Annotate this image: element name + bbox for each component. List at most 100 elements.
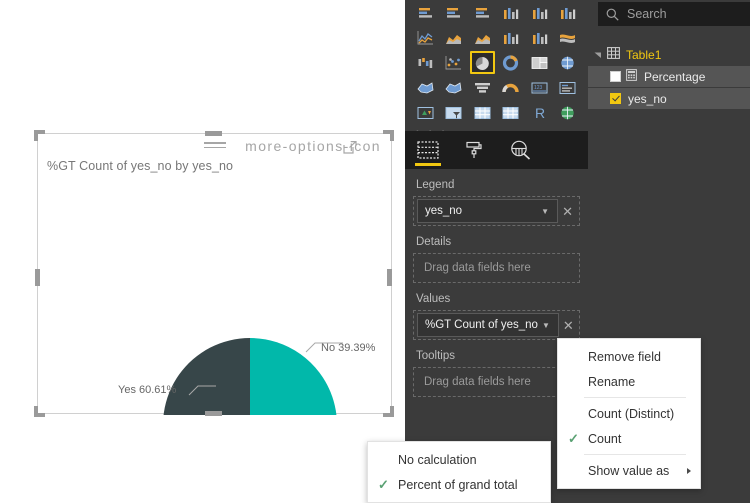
100-stacked-bar-chart-icon[interactable] <box>470 1 495 24</box>
menu-item-show-value-as[interactable]: Show value as <box>558 458 700 483</box>
well-label-tooltips: Tooltips <box>416 350 455 362</box>
pie-label-yes: Yes 60.61% <box>118 384 177 396</box>
selection-handle-top-right[interactable] <box>383 130 394 141</box>
line-stacked-column-chart-icon[interactable] <box>499 26 524 49</box>
area-chart-icon[interactable] <box>442 26 467 49</box>
stacked-area-chart-icon[interactable] <box>470 26 495 49</box>
pie-plot-area: No 39.39% Yes 60.61% <box>38 134 391 503</box>
pie-chart-visual[interactable]: more-options-icon %GT Count of yes_no by… <box>37 133 392 503</box>
selection-handle-bottom-center[interactable] <box>205 411 222 416</box>
remove-field-icon[interactable]: ✕ <box>558 205 576 218</box>
table-icon[interactable] <box>470 101 495 124</box>
menu-item-rename[interactable]: Rename <box>558 369 700 394</box>
kpi-icon[interactable] <box>413 101 438 124</box>
slicer-icon[interactable] <box>442 101 467 124</box>
remove-field-icon[interactable]: ✕ <box>559 319 577 332</box>
treemap-icon[interactable] <box>527 51 551 74</box>
selection-handle-middle-left[interactable] <box>35 269 40 286</box>
ribbon-chart-icon[interactable] <box>556 26 581 49</box>
stacked-bar-chart-icon[interactable] <box>413 1 438 24</box>
pie-chart-icon[interactable] <box>469 51 495 74</box>
table-name-label: Table1 <box>626 47 662 62</box>
multi-row-card-icon[interactable] <box>556 76 581 99</box>
field-item-Percentage[interactable]: Percentage <box>588 66 750 87</box>
scatter-chart-icon[interactable] <box>441 51 465 74</box>
viz-gallery-row <box>405 50 588 75</box>
search-placeholder: Search <box>627 7 667 21</box>
100-stacked-column-chart-icon[interactable] <box>556 1 581 24</box>
menu-item-remove-field[interactable]: Remove field <box>558 344 700 369</box>
selection-handle-middle-right[interactable] <box>387 269 392 286</box>
field-context-menu[interactable]: Remove field Rename Count (Distinct) ✓ Count… <box>557 338 701 489</box>
clustered-bar-chart-icon[interactable] <box>442 1 467 24</box>
checkmark-icon: ✓ <box>568 430 579 446</box>
well-placeholder: Drag data fields here <box>424 376 531 388</box>
submenu-item-percent-of-grand-total[interactable]: ✓ Percent of grand total <box>368 472 550 497</box>
card-icon[interactable]: 123 <box>527 76 552 99</box>
well-details[interactable]: Drag data fields here <box>413 253 580 283</box>
field-table-Table1[interactable]: Table1 <box>588 44 750 65</box>
stacked-column-chart-icon[interactable] <box>499 1 524 24</box>
arcgis-map-icon[interactable] <box>556 101 581 124</box>
menu-item-label: Rename <box>588 374 636 389</box>
gauge-icon-glyph <box>502 83 519 92</box>
report-canvas[interactable]: more-options-icon %GT Count of yes_no by… <box>0 0 405 503</box>
field-item-label: Percentage <box>644 69 706 84</box>
viz-gallery-row: 123 <box>405 75 588 100</box>
stacked-area-chart-icon-glyph <box>474 34 490 44</box>
selection-handle-top-left[interactable] <box>34 130 45 141</box>
clustered-column-chart-icon[interactable] <box>527 1 552 24</box>
funnel-chart-icon[interactable] <box>470 76 495 99</box>
map-icon[interactable] <box>556 51 580 74</box>
menu-item-label: Percent of grand total <box>398 477 518 492</box>
donut-chart-icon[interactable] <box>499 51 523 74</box>
field-item-label: yes_no <box>628 91 667 106</box>
analytics-tab[interactable] <box>497 131 543 169</box>
menu-item-label: Count (Distinct) <box>588 406 675 421</box>
line-chart-icon[interactable] <box>413 26 438 49</box>
line-clustered-column-chart-icon[interactable] <box>527 26 552 49</box>
field-checkbox[interactable] <box>610 93 621 104</box>
shape-map-icon-glyph <box>445 81 462 93</box>
scatter-chart-icon-glyph <box>445 55 462 69</box>
fields-tab[interactable] <box>405 131 451 169</box>
well-values[interactable]: %GT Count of yes_no ▼ ✕ <box>413 310 580 340</box>
filled-map-icon[interactable] <box>413 76 438 99</box>
show-value-as-submenu[interactable]: No calculation ✓ Percent of grand total <box>367 441 551 503</box>
visualization-gallery[interactable]: 123R• • • <box>405 0 588 139</box>
waterfall-chart-icon[interactable] <box>413 51 437 74</box>
field-list: Table1 Percentage yes_no <box>588 44 750 110</box>
100-stacked-bar-chart-icon-glyph <box>475 7 489 18</box>
menu-separator <box>584 454 686 455</box>
chevron-down-icon[interactable]: ▼ <box>537 207 553 216</box>
well-tooltips[interactable]: Drag data fields here <box>413 367 580 397</box>
viz-gallery-row <box>405 0 588 25</box>
line-clustered-column-chart-icon-glyph <box>532 32 547 44</box>
matrix-icon[interactable] <box>499 101 524 124</box>
format-tab[interactable] <box>451 131 497 169</box>
field-item-yes_no[interactable]: yes_no <box>588 88 750 109</box>
field-chip-values[interactable]: %GT Count of yes_no ▼ <box>417 313 559 337</box>
waterfall-chart-icon-glyph <box>418 57 432 68</box>
submenu-item-no-calculation[interactable]: No calculation <box>368 447 550 472</box>
viz-gallery-row: R <box>405 100 588 125</box>
selection-handle-bottom-right[interactable] <box>383 406 394 417</box>
search-input[interactable]: Search <box>598 2 750 26</box>
selection-handle-bottom-left[interactable] <box>34 406 45 417</box>
field-checkbox[interactable] <box>610 71 621 82</box>
selection-handle-top-center[interactable] <box>205 131 222 136</box>
chevron-down-icon[interactable] <box>594 48 604 62</box>
shape-map-icon[interactable] <box>442 76 467 99</box>
gauge-icon[interactable] <box>499 76 524 99</box>
r-script-visual-icon[interactable]: R <box>527 101 552 124</box>
well-label-values: Values <box>416 293 451 305</box>
well-legend[interactable]: yes_no ▼ ✕ <box>413 196 580 226</box>
pie-chart-icon-glyph <box>475 56 489 70</box>
line-stacked-column-chart-icon-glyph <box>504 32 519 44</box>
field-chip-legend[interactable]: yes_no ▼ <box>417 199 559 223</box>
chevron-down-icon[interactable]: ▼ <box>538 321 554 330</box>
100-stacked-column-chart-icon-glyph <box>561 7 576 19</box>
menu-item-count-distinct[interactable]: Count (Distinct) <box>558 401 700 426</box>
ribbon-chart-icon-glyph <box>560 34 576 43</box>
menu-item-count[interactable]: ✓ Count <box>558 426 700 451</box>
